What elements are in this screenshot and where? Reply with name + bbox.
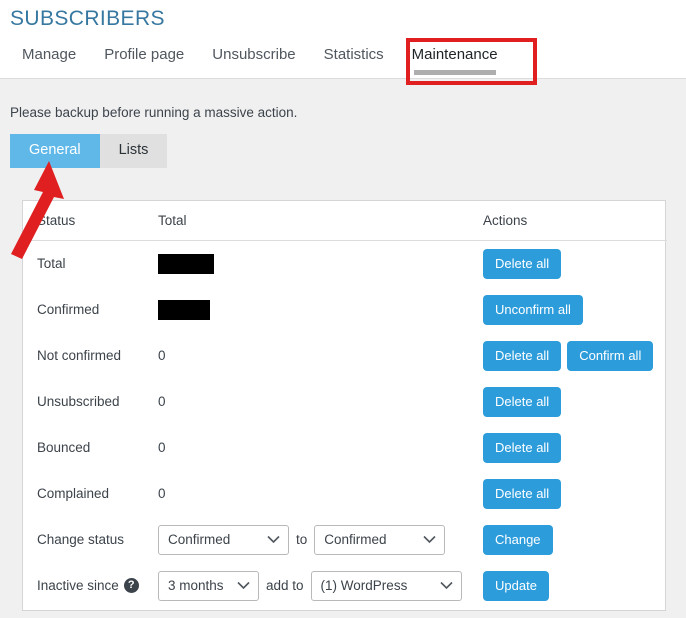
- table-row: Bounced 0 Delete all: [23, 425, 667, 471]
- unconfirm-all-button[interactable]: Unconfirm all: [483, 294, 583, 325]
- cell-total: [158, 287, 483, 333]
- cell-actions: Delete all: [483, 425, 667, 471]
- nav-tab-unsubscribe[interactable]: Unsubscribe: [198, 44, 309, 66]
- nav-tab-label: Maintenance: [411, 46, 498, 63]
- update-button[interactable]: Update: [483, 570, 549, 601]
- inactive-period-select[interactable]: 3 months: [158, 570, 259, 601]
- cell-total: [158, 241, 483, 287]
- primary-nav-tabs: Manage Profile page Unsubscribe Statisti…: [8, 44, 512, 75]
- inactive-since-label: Inactive since: [37, 577, 119, 593]
- confirm-all-button[interactable]: Confirm all: [567, 340, 654, 371]
- nav-tab-label: Unsubscribe: [212, 46, 296, 63]
- inactive-period-value: 3 months: [168, 577, 224, 593]
- column-header-status: Status: [23, 201, 158, 241]
- table-body: Total Delete all Confirmed Unconfirm all…: [23, 241, 667, 609]
- change-status-connector: to: [296, 532, 308, 547]
- cell-total: 0: [158, 394, 166, 409]
- column-header-actions: Actions: [483, 201, 667, 241]
- nav-tab-profile-page[interactable]: Profile page: [90, 44, 198, 66]
- help-icon[interactable]: ?: [123, 578, 139, 594]
- redacted-value: [158, 253, 214, 274]
- change-status-label: Change status: [37, 532, 125, 547]
- active-tab-underline: [413, 70, 496, 75]
- status-from-select[interactable]: Confirmed: [158, 524, 289, 555]
- table-row: Unsubscribed 0 Delete all: [23, 379, 667, 425]
- delete-all-button[interactable]: Delete all: [483, 432, 562, 463]
- table-head: Status Total Actions: [23, 201, 667, 241]
- cell-actions: Delete all: [483, 379, 667, 425]
- chevron-down-icon: [439, 572, 453, 600]
- cell-total: 0: [158, 348, 166, 363]
- inactive-since-label-cell: Inactive since?: [23, 563, 158, 609]
- page-body: Please backup before running a massive a…: [0, 79, 686, 618]
- cell-actions: Delete all Confirm all: [483, 333, 667, 379]
- sub-tab-lists[interactable]: Lists: [99, 134, 168, 168]
- cell-status: Complained: [37, 486, 110, 501]
- delete-all-button[interactable]: Delete all: [483, 386, 562, 417]
- status-from-value: Confirmed: [168, 531, 231, 547]
- inactive-connector: add to: [266, 578, 304, 593]
- table-row: Confirmed Unconfirm all: [23, 287, 667, 333]
- cell-status: Bounced: [37, 440, 91, 455]
- inactive-since-row: Inactive since? 3 months add to (1) Word…: [23, 563, 667, 609]
- cell-status: Not confirmed: [37, 348, 122, 363]
- page-header: SUBSCRIBERS Manage Profile page Unsubscr…: [0, 0, 686, 79]
- change-status-controls: Confirmed to Confirmed: [158, 517, 483, 563]
- target-list-value: (1) WordPress: [320, 577, 408, 593]
- chevron-down-icon: [237, 572, 250, 600]
- cell-total: 0: [158, 440, 166, 455]
- nav-tab-statistics[interactable]: Statistics: [310, 44, 398, 66]
- nav-tab-label: Statistics: [323, 46, 384, 63]
- cell-actions: Change: [483, 517, 667, 563]
- sub-tab-general[interactable]: General: [10, 134, 100, 168]
- maintenance-table: Status Total Actions Total Delete all Co…: [23, 201, 667, 609]
- cell-status: Confirmed: [37, 302, 100, 317]
- nav-tab-label: Profile page: [104, 46, 185, 63]
- page-title: SUBSCRIBERS: [10, 7, 165, 30]
- chevron-down-icon: [423, 526, 436, 554]
- status-to-select[interactable]: Confirmed: [314, 524, 446, 555]
- cell-status: Total: [37, 256, 66, 272]
- column-header-total: Total: [158, 201, 483, 241]
- target-list-select[interactable]: (1) WordPress: [310, 570, 462, 601]
- delete-all-button[interactable]: Delete all: [483, 248, 562, 279]
- cell-actions: Delete all: [483, 471, 667, 517]
- sub-tabs: General Lists: [10, 134, 168, 168]
- sub-tab-label: General: [29, 142, 81, 158]
- chevron-down-icon: [267, 526, 280, 554]
- cell-status: Unsubscribed: [37, 394, 120, 409]
- table-row: Not confirmed 0 Delete all Confirm all: [23, 333, 667, 379]
- maintenance-table-panel: Status Total Actions Total Delete all Co…: [22, 200, 667, 611]
- table-header-row: Status Total Actions: [23, 201, 667, 241]
- inactive-since-controls: 3 months add to (1) WordPress: [158, 563, 483, 609]
- table-row: Total Delete all: [23, 241, 667, 287]
- redacted-value: [158, 299, 210, 320]
- cell-actions: Delete all: [483, 241, 667, 287]
- cell-total: 0: [158, 486, 166, 501]
- delete-all-button[interactable]: Delete all: [483, 478, 562, 509]
- nav-tab-label: Manage: [22, 46, 77, 63]
- delete-all-button[interactable]: Delete all: [483, 340, 562, 371]
- nav-tab-manage[interactable]: Manage: [8, 44, 90, 66]
- status-to-value: Confirmed: [324, 531, 387, 547]
- backup-notice: Please backup before running a massive a…: [10, 105, 298, 120]
- cell-actions: Update: [483, 563, 667, 609]
- nav-tab-maintenance[interactable]: Maintenance: [398, 44, 512, 75]
- sub-tab-label: Lists: [118, 142, 149, 158]
- table-row: Complained 0 Delete all: [23, 471, 667, 517]
- cell-actions: Unconfirm all: [483, 287, 667, 333]
- change-status-row: Change status Confirmed to Confirmed Cha…: [23, 517, 667, 563]
- change-button[interactable]: Change: [483, 524, 553, 555]
